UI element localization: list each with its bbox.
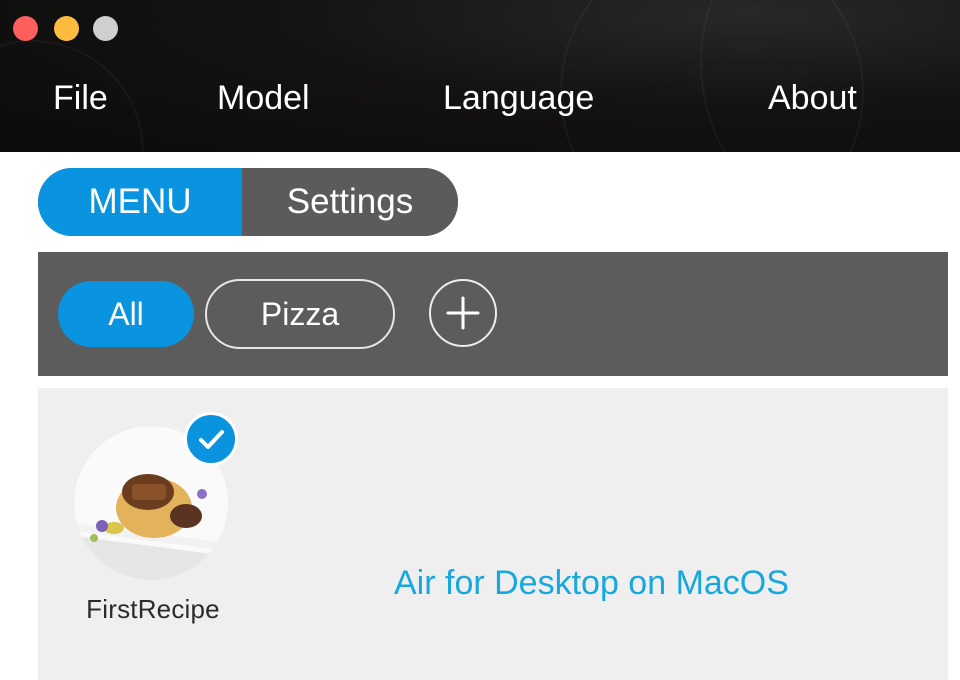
menu-bar: File Model Language About (0, 0, 960, 152)
view-switcher: MENU Settings (38, 168, 458, 236)
recipe-grid: FirstRecipe Air for Desktop on MacOS (38, 388, 948, 680)
category-bar: All Pizza (38, 252, 948, 376)
category-chip-all[interactable]: All (58, 281, 194, 347)
add-category-button[interactable] (429, 279, 497, 347)
platform-caption: Air for Desktop on MacOS (394, 564, 789, 602)
tab-menu[interactable]: MENU (38, 168, 242, 236)
menu-model[interactable]: Model (217, 78, 310, 118)
checkmark-icon (199, 430, 224, 449)
tab-settings[interactable]: Settings (242, 168, 458, 236)
recipe-card[interactable]: FirstRecipe (68, 412, 238, 636)
menu-file[interactable]: File (53, 78, 108, 118)
window-minimize-button[interactable] (54, 16, 79, 41)
plus-icon (446, 296, 480, 330)
recipe-name: FirstRecipe (86, 594, 220, 624)
selected-check-badge (184, 412, 238, 466)
menu-language[interactable]: Language (443, 78, 594, 118)
window-zoom-button[interactable] (93, 16, 118, 41)
background-decoration (700, 0, 960, 152)
menu-about[interactable]: About (768, 78, 857, 118)
category-chip-pizza[interactable]: Pizza (205, 279, 395, 349)
window-close-button[interactable] (13, 16, 38, 41)
